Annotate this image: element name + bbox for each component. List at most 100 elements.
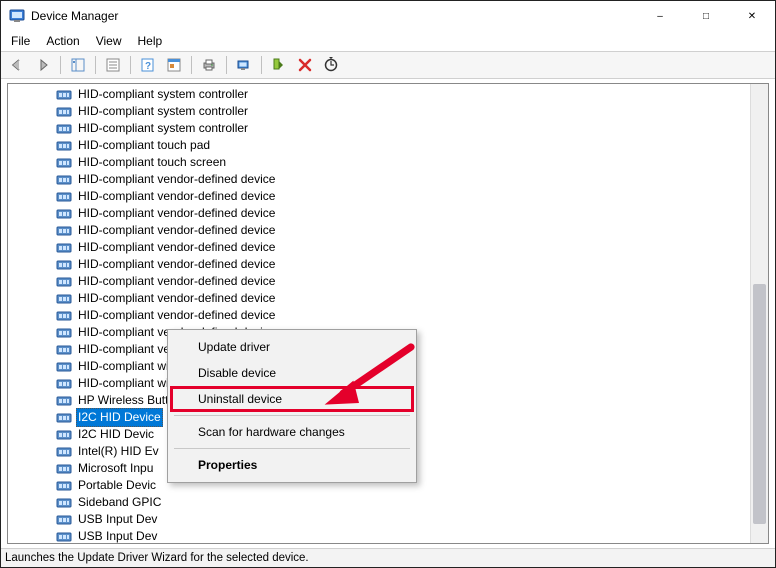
device-label: Intel(R) HID Ev: [76, 443, 161, 460]
menu-file[interactable]: File: [3, 33, 38, 49]
hid-device-icon: [56, 274, 72, 290]
device-label: I2C HID Device: [76, 408, 163, 427]
ctx-disable-device[interactable]: Disable device: [170, 360, 414, 386]
ctx-properties[interactable]: Properties: [170, 452, 414, 478]
statusbar: Launches the Update Driver Wizard for th…: [1, 548, 775, 567]
device-tree-item[interactable]: HID-compliant vendor-defined device: [56, 290, 768, 307]
ctx-update-driver[interactable]: Update driver: [170, 334, 414, 360]
device-tree-item[interactable]: HID-compliant system controller: [56, 103, 768, 120]
svg-text:?: ?: [145, 61, 151, 72]
hid-device-icon: [56, 342, 72, 358]
toolbar-separator: [191, 56, 192, 74]
action-icon-button[interactable]: [162, 53, 186, 77]
hid-device-icon: [56, 461, 72, 477]
uninstall-device-button[interactable]: [293, 53, 317, 77]
device-label: USB Input Dev: [76, 528, 159, 543]
hid-device-icon: [56, 325, 72, 341]
hid-device-icon: [56, 172, 72, 188]
device-label: HID-compliant system controller: [76, 103, 250, 120]
menu-help[interactable]: Help: [130, 33, 171, 49]
context-menu: Update driver Disable device Uninstall d…: [167, 329, 417, 483]
hid-device-icon: [56, 478, 72, 494]
device-tree-item[interactable]: HID-compliant touch screen: [56, 154, 768, 171]
hid-device-icon: [56, 104, 72, 120]
device-label: Microsoft Inpu: [76, 460, 155, 477]
enable-device-button[interactable]: [267, 53, 291, 77]
device-label: HID-compliant vendor-defined device: [76, 222, 277, 239]
device-tree-item[interactable]: HID-compliant vendor-defined device: [56, 171, 768, 188]
device-tree-item[interactable]: USB Input Dev: [56, 528, 768, 543]
hid-device-icon: [56, 223, 72, 239]
window-title: Device Manager: [31, 9, 637, 23]
show-hide-tree-button[interactable]: [66, 53, 90, 77]
scrollbar-thumb[interactable]: [753, 284, 766, 524]
device-label: HID-compliant system controller: [76, 86, 250, 103]
device-tree-item[interactable]: Sideband GPIC: [56, 494, 768, 511]
minimize-button[interactable]: –: [637, 1, 683, 31]
device-label: Sideband GPIC: [76, 494, 163, 511]
device-tree-item[interactable]: HID-compliant system controller: [56, 86, 768, 103]
hid-device-icon: [56, 393, 72, 409]
ctx-separator: [174, 448, 410, 449]
hid-device-icon: [56, 512, 72, 528]
hid-device-icon: [56, 410, 72, 426]
hid-device-icon: [56, 359, 72, 375]
device-label: HID-compliant vendor-defined device: [76, 205, 277, 222]
hid-device-icon: [56, 308, 72, 324]
scan-hardware-button[interactable]: [319, 53, 343, 77]
device-tree-item[interactable]: HID-compliant vendor-defined device: [56, 256, 768, 273]
hid-device-icon: [56, 495, 72, 511]
device-label: HID-compliant system controller: [76, 120, 250, 137]
device-label: HID-compliant vendor-defined device: [76, 188, 277, 205]
hid-device-icon: [56, 376, 72, 392]
hid-device-icon: [56, 206, 72, 222]
update-driver-button[interactable]: [232, 53, 256, 77]
device-label: Portable Devic: [76, 477, 158, 494]
maximize-button[interactable]: □: [683, 1, 729, 31]
toolbar-separator: [60, 56, 61, 74]
help-button[interactable]: ?: [136, 53, 160, 77]
forward-button[interactable]: [31, 53, 55, 77]
back-button[interactable]: [5, 53, 29, 77]
device-label: HID-compliant vendor-defined device: [76, 273, 277, 290]
toolbar: ?: [1, 51, 775, 79]
caption-buttons: – □ ✕: [637, 1, 775, 31]
hid-device-icon: [56, 189, 72, 205]
ctx-scan-hardware[interactable]: Scan for hardware changes: [170, 419, 414, 445]
device-tree-item[interactable]: HID-compliant touch pad: [56, 137, 768, 154]
device-label: HID-compliant touch screen: [76, 154, 228, 171]
device-tree-item[interactable]: HID-compliant vendor-defined device: [56, 307, 768, 324]
device-tree-item[interactable]: HID-compliant vendor-defined device: [56, 205, 768, 222]
hid-device-icon: [56, 138, 72, 154]
device-tree-item[interactable]: HID-compliant vendor-defined device: [56, 273, 768, 290]
device-tree-item[interactable]: HID-compliant system controller: [56, 120, 768, 137]
device-tree-item[interactable]: HID-compliant vendor-defined device: [56, 222, 768, 239]
ctx-uninstall-device[interactable]: Uninstall device: [170, 386, 414, 412]
toolbar-separator: [261, 56, 262, 74]
vertical-scrollbar[interactable]: [750, 84, 768, 543]
hid-device-icon: [56, 257, 72, 273]
print-button[interactable]: [197, 53, 221, 77]
titlebar: Device Manager – □ ✕: [1, 1, 775, 31]
device-manager-icon: [9, 8, 25, 24]
hid-device-icon: [56, 427, 72, 443]
device-tree-item[interactable]: HID-compliant vendor-defined device: [56, 239, 768, 256]
device-label: HID-compliant vendor-defined device: [76, 256, 277, 273]
menu-view[interactable]: View: [88, 33, 130, 49]
hid-device-icon: [56, 121, 72, 137]
status-text: Launches the Update Driver Wizard for th…: [5, 552, 309, 564]
ctx-separator: [174, 415, 410, 416]
hid-device-icon: [56, 291, 72, 307]
hid-device-icon: [56, 240, 72, 256]
hid-device-icon: [56, 155, 72, 171]
properties-button[interactable]: [101, 53, 125, 77]
hid-device-icon: [56, 444, 72, 460]
device-tree-item[interactable]: USB Input Dev: [56, 511, 768, 528]
hid-device-icon: [56, 529, 72, 544]
menubar: File Action View Help: [1, 31, 775, 51]
menu-action[interactable]: Action: [38, 33, 87, 49]
close-button[interactable]: ✕: [729, 1, 775, 31]
toolbar-separator: [95, 56, 96, 74]
device-label: HID-compliant vendor-defined device: [76, 239, 277, 256]
device-tree-item[interactable]: HID-compliant vendor-defined device: [56, 188, 768, 205]
